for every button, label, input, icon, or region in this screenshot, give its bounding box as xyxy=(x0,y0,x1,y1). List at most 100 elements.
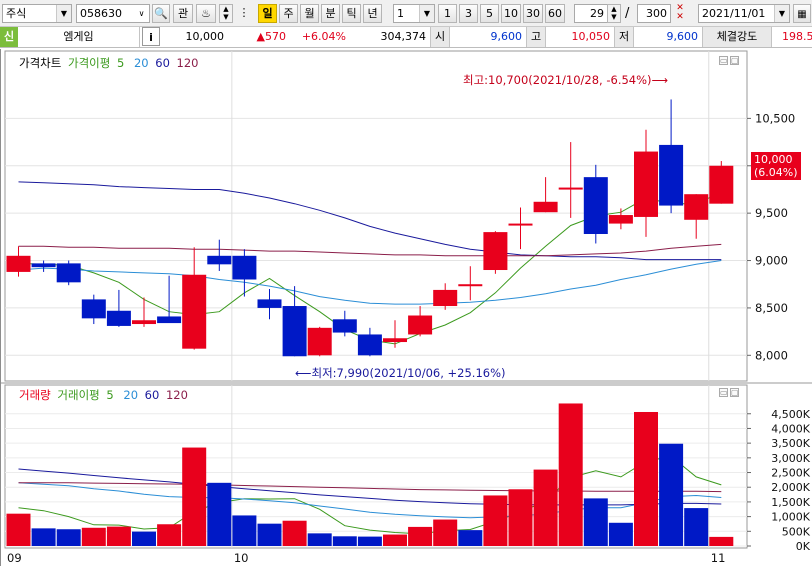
chevron-down-icon: ∨ xyxy=(134,5,149,22)
volume-bar xyxy=(332,536,357,546)
period-daily-label: 일 xyxy=(262,7,273,20)
volume-panel-controls[interactable]: ▭ ▢ xyxy=(717,388,739,397)
volume-bar xyxy=(81,527,106,546)
price-change-pct: +6.04% xyxy=(301,30,346,43)
market-type-select[interactable]: 주식 ▼ xyxy=(2,4,72,23)
toolbar: 주식 ▼ 058630 ∨ 🔍 관 ♨ ▲ ▼ ⋮ 일 주 월 분 틱 년 1 ▼… xyxy=(0,0,812,27)
view-count-value: 29 xyxy=(590,7,604,20)
min-price-annotation: ⟵최저:7,990(2021/10/06, +25.16%) xyxy=(295,365,506,381)
period-daily-button[interactable]: 일 xyxy=(258,4,277,23)
interval-5-button[interactable]: 5 xyxy=(480,4,499,23)
volume-y-tick-label: 4,500K xyxy=(771,408,810,421)
volume-bar xyxy=(182,447,207,546)
view-count-input[interactable]: 29 xyxy=(574,4,608,23)
price-ma20-line xyxy=(18,260,722,305)
high-label: 고 xyxy=(526,27,546,47)
volume-legend: 거래량 거래이평 5 20 60 120 xyxy=(19,388,191,402)
watchlist-label: 관 xyxy=(177,7,189,20)
bell-icon: ♨ xyxy=(201,7,211,20)
price-panel-controls[interactable]: ▭ ▢ xyxy=(717,56,739,65)
price-legend: 가격차트 가격이평 5 20 60 120 xyxy=(19,56,202,70)
calendar-button[interactable]: ▦ xyxy=(793,4,811,23)
period-year-button[interactable]: 년 xyxy=(363,4,382,23)
period-minute-button[interactable]: 분 xyxy=(321,4,340,23)
period-minute-label: 분 xyxy=(325,7,336,20)
volume-bar xyxy=(132,531,156,546)
volume-bar xyxy=(458,530,483,546)
view-count-spinner[interactable]: ▲ ▼ xyxy=(607,4,621,23)
price-y-tick-label: 9,000 xyxy=(755,254,788,268)
interval-1-button[interactable]: 1 xyxy=(438,4,457,23)
candle-body xyxy=(709,165,734,204)
volume-bar xyxy=(257,523,282,546)
volume-y-tick-label: 1,500K xyxy=(771,496,810,509)
count-separator: / xyxy=(625,6,630,21)
interval-3-button[interactable]: 3 xyxy=(459,4,478,23)
stock-info-button[interactable]: i xyxy=(142,27,160,46)
open-price: 9,600 xyxy=(490,30,523,43)
candle-body xyxy=(608,215,633,224)
low-label: 저 xyxy=(614,27,634,47)
chevron-down-icon: ▼ xyxy=(774,5,789,22)
price-change: ▲570 xyxy=(256,30,286,43)
interval-60-button[interactable]: 60 xyxy=(545,4,565,23)
volume-ma-label: 거래이평 5 xyxy=(57,388,116,402)
volume-bar xyxy=(232,515,257,546)
volume-y-tick-label: 2,500K xyxy=(771,467,810,480)
reset-count-button[interactable]: ✕ ✕ xyxy=(673,4,687,23)
candle-body xyxy=(81,299,106,319)
volume-bar xyxy=(408,526,433,546)
candle-body xyxy=(583,177,608,235)
minimize-icon[interactable]: ▭ xyxy=(719,56,728,65)
price-y-tick-label: 9,500 xyxy=(755,206,788,220)
minimize-icon[interactable]: ▭ xyxy=(719,388,728,397)
volume-y-tick-label: 500K xyxy=(782,525,811,538)
volume-bar xyxy=(659,443,684,546)
arrow-right-icon: ⟶ xyxy=(651,73,669,87)
candle-body xyxy=(483,232,508,271)
period-weekly-label: 주 xyxy=(283,7,294,20)
chart-canvas[interactable]: 8,0008,5009,0009,50010,00010,5000K500K1,… xyxy=(1,49,812,566)
candle-body xyxy=(684,194,709,220)
maximize-icon[interactable]: ▢ xyxy=(730,56,739,65)
open-label: 시 xyxy=(430,27,450,47)
more-button[interactable]: ⋮ xyxy=(236,4,252,23)
candle-body xyxy=(433,289,458,307)
price-ma-label-text: 가격이평 xyxy=(67,56,111,70)
interval-60-label: 60 xyxy=(548,7,562,20)
period-year-label: 년 xyxy=(367,7,378,20)
price-chart xyxy=(6,99,734,357)
search-button[interactable]: 🔍 xyxy=(152,4,170,23)
candle-body xyxy=(157,316,182,324)
volume-bar xyxy=(157,524,182,546)
period-weekly-button[interactable]: 주 xyxy=(279,4,298,23)
interval-select[interactable]: 1 ▼ xyxy=(393,4,435,23)
price-legend-title: 가격차트 xyxy=(19,56,62,70)
candle-body xyxy=(6,255,31,272)
total-count-input[interactable]: 300 xyxy=(637,4,671,23)
period-tick-button[interactable]: 틱 xyxy=(342,4,361,23)
volume-chart xyxy=(6,403,734,546)
period-monthly-button[interactable]: 월 xyxy=(300,4,319,23)
date-picker[interactable]: 2021/11/01 ▼ xyxy=(698,4,790,23)
stock-code-input[interactable]: 058630 ∨ xyxy=(76,4,150,23)
volume-bar xyxy=(483,495,508,546)
stock-spinner[interactable]: ▲ ▼ xyxy=(219,4,233,23)
trade-strength: 198.5 xyxy=(782,30,812,43)
volume-bar xyxy=(583,498,608,546)
stock-info-bar: 신 엠게임 i 10,000 ▲570 +6.04% 304,374 시 9,6… xyxy=(0,27,812,48)
interval-30-button[interactable]: 30 xyxy=(523,4,543,23)
maximize-icon[interactable]: ▢ xyxy=(730,388,739,397)
candle-body xyxy=(383,338,407,343)
arrow-down-icon: ▼ xyxy=(223,13,229,21)
watchlist-button[interactable]: 관 xyxy=(173,4,193,23)
max-price-text: 최고:10,700(2021/10/28, -6.54%) xyxy=(463,73,652,87)
close-icon: ✕ ✕ xyxy=(676,3,684,22)
interval-10-button[interactable]: 10 xyxy=(501,4,521,23)
price-y-tick-label: 8,000 xyxy=(755,348,788,362)
period-tick-label: 틱 xyxy=(346,7,357,20)
alarm-button[interactable]: ♨ xyxy=(196,4,216,23)
candle-body xyxy=(132,320,156,325)
candle-body xyxy=(207,255,232,265)
candle-body xyxy=(106,310,131,326)
